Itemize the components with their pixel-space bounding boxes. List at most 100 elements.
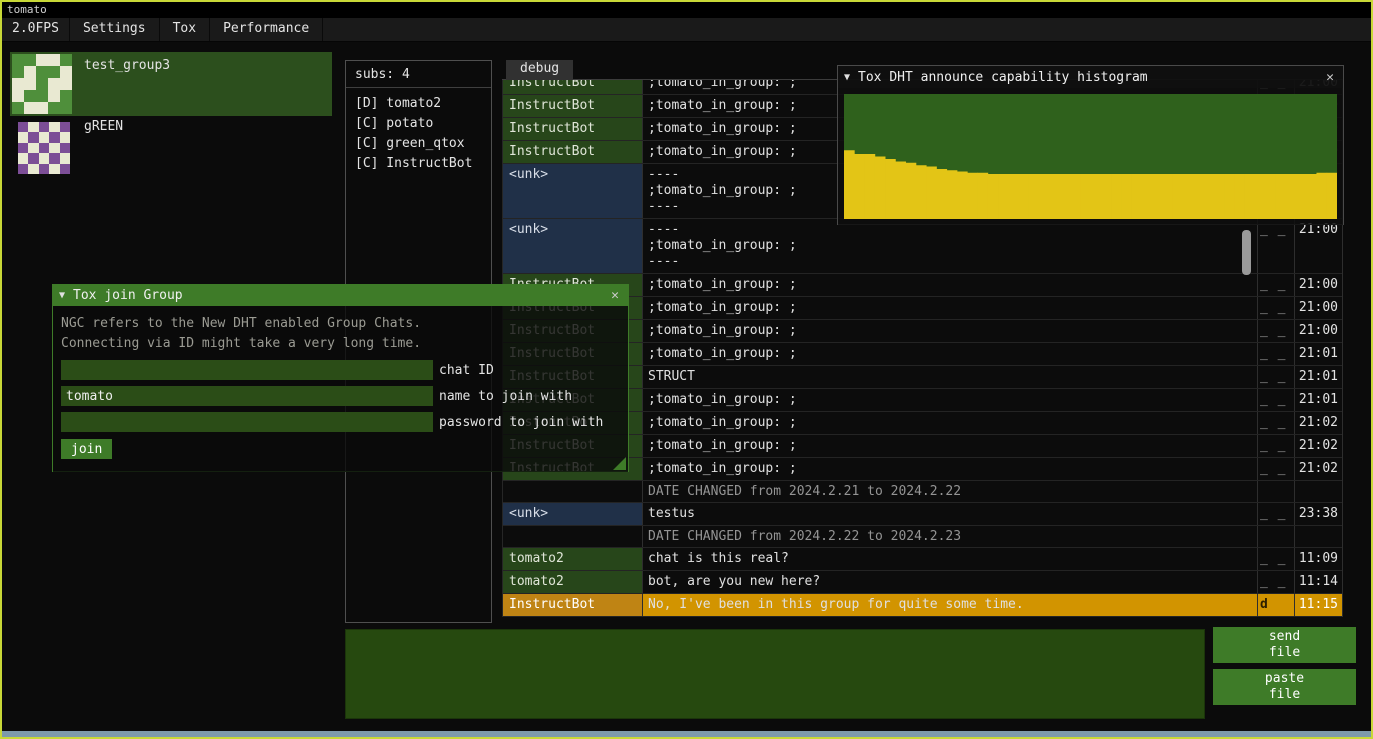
- menu-items: SettingsToxPerformance: [70, 18, 323, 41]
- join-password-row: password to join with: [61, 412, 620, 432]
- group-avatar: [18, 122, 70, 174]
- message-line: ;tomato_in_group: ;: [648, 346, 1257, 362]
- message-line: ;tomato_in_group: ;: [648, 238, 1257, 254]
- message-line: ;tomato_in_group: ;: [648, 277, 1257, 293]
- chat-timestamp: 11:14: [1295, 571, 1342, 593]
- histogram-window-titlebar[interactable]: ▼ Tox DHT announce capability histogram …: [838, 66, 1343, 88]
- menubar: 2.0FPS SettingsToxPerformance: [2, 18, 1371, 42]
- message-line: STRUCT: [648, 369, 1257, 385]
- chat-receipt: _ _: [1258, 548, 1295, 570]
- group-avatar: [12, 54, 72, 114]
- app-window: tomato 2.0FPS SettingsToxPerformance tes…: [0, 0, 1373, 739]
- window-title: tomato: [7, 3, 47, 16]
- member-list: [D] tomato2[C] potato[C] green_qtox[C] I…: [346, 88, 491, 180]
- menu-item-performance[interactable]: Performance: [210, 18, 323, 41]
- chat-receipt: _ _: [1258, 458, 1295, 480]
- chat-receipt: _ _: [1258, 343, 1295, 365]
- resize-grip[interactable]: [613, 457, 626, 470]
- join-name-row: name to join with: [61, 386, 620, 406]
- chat-timestamp: 11:15: [1295, 594, 1342, 616]
- group-item-gREEN[interactable]: gREEN: [10, 118, 332, 176]
- member-item[interactable]: [C] potato: [355, 114, 482, 134]
- menu-item-tox[interactable]: Tox: [160, 18, 210, 41]
- chat-receipt: _ _: [1258, 571, 1295, 593]
- chat-receipt: _ _: [1258, 274, 1295, 296]
- collapse-icon[interactable]: ▼: [844, 72, 850, 83]
- chat-timestamp: 21:01: [1295, 366, 1342, 388]
- chat-row[interactable]: <unk>----;tomato_in_group: ;----_ _21:00: [503, 219, 1342, 274]
- paste-file-button[interactable]: paste file: [1213, 669, 1356, 705]
- chat-sender: InstructBot: [503, 594, 643, 616]
- chat-timestamp: 21:00: [1295, 219, 1342, 273]
- chat-receipt: _ _: [1258, 503, 1295, 525]
- chat-receipt: _ _: [1258, 366, 1295, 388]
- date-changed-text: DATE CHANGED from 2024.2.22 to 2024.2.23: [643, 526, 1258, 547]
- chat-sender: InstructBot: [503, 141, 643, 163]
- chat-sender: <unk>: [503, 503, 643, 525]
- chat-sender: <unk>: [503, 219, 643, 273]
- chat-scrollbar[interactable]: [1242, 230, 1251, 275]
- chat-message: ;tomato_in_group: ;: [643, 435, 1258, 457]
- dht-histogram-window: ▼ Tox DHT announce capability histogram …: [837, 65, 1344, 225]
- message-input[interactable]: [345, 629, 1205, 719]
- chat-row[interactable]: tomato2 chat is this real?_ _11:09: [503, 548, 1342, 571]
- date-changed-text: DATE CHANGED from 2024.2.21 to 2024.2.22: [643, 481, 1258, 502]
- member-item[interactable]: [D] tomato2: [355, 94, 482, 114]
- date-separator-row[interactable]: DATE CHANGED from 2024.2.21 to 2024.2.22: [503, 481, 1342, 503]
- chat-row[interactable]: InstructBotNo, I've been in this group f…: [503, 594, 1342, 617]
- message-line: chat is this real?: [648, 551, 1257, 567]
- chat-timestamp-cell: [1295, 481, 1342, 502]
- chat-timestamp: 21:01: [1295, 389, 1342, 411]
- chat-message: ----;tomato_in_group: ;----: [643, 219, 1258, 273]
- chat-message: chat is this real?: [643, 548, 1258, 570]
- message-line: ;tomato_in_group: ;: [648, 438, 1257, 454]
- histogram-bars: [844, 94, 1337, 219]
- fps-counter: 2.0FPS: [2, 18, 70, 41]
- send-file-button[interactable]: send file: [1213, 627, 1356, 663]
- date-separator-row[interactable]: DATE CHANGED from 2024.2.22 to 2024.2.23: [503, 526, 1342, 548]
- message-line: ----: [648, 254, 1257, 270]
- join-name-label: name to join with: [439, 389, 572, 404]
- chat-message: testus: [643, 503, 1258, 525]
- chat-receipt: _ _: [1258, 219, 1295, 273]
- chat-id-row: chat ID: [61, 360, 620, 380]
- histogram-window-body: [838, 88, 1343, 225]
- chat-message: STRUCT: [643, 366, 1258, 388]
- chat-id-input[interactable]: [61, 360, 433, 380]
- member-item[interactable]: [C] InstructBot: [355, 154, 482, 174]
- message-line: ;tomato_in_group: ;: [648, 392, 1257, 408]
- message-line: ;tomato_in_group: ;: [648, 300, 1257, 316]
- group-item-test_group3[interactable]: test_group3: [10, 52, 332, 116]
- chat-sender: <unk>: [503, 164, 643, 218]
- message-line: ;tomato_in_group: ;: [648, 323, 1257, 339]
- join-password-input[interactable]: [61, 412, 433, 432]
- chat-sender: tomato2: [503, 571, 643, 593]
- message-line: bot, are you new here?: [648, 574, 1257, 590]
- chat-message: ;tomato_in_group: ;: [643, 412, 1258, 434]
- bottom-border-strip: [2, 731, 1371, 737]
- chat-timestamp: 23:38: [1295, 503, 1342, 525]
- chat-row[interactable]: <unk> testus_ _23:38: [503, 503, 1342, 526]
- os-titlebar[interactable]: tomato: [2, 2, 1371, 18]
- join-name-input[interactable]: [61, 386, 433, 406]
- chat-sender: InstructBot: [503, 118, 643, 140]
- join-button[interactable]: join: [61, 439, 112, 459]
- chat-id-label: chat ID: [439, 363, 494, 378]
- tab-debug[interactable]: debug: [506, 60, 573, 80]
- join-window-titlebar[interactable]: ▼ Tox join Group ✕: [53, 285, 628, 306]
- message-line: testus: [648, 506, 1257, 522]
- histogram-window-title: Tox DHT announce capability histogram: [858, 70, 1148, 85]
- menu-item-settings[interactable]: Settings: [70, 18, 160, 41]
- member-item[interactable]: [C] green_qtox: [355, 134, 482, 154]
- collapse-icon[interactable]: ▼: [59, 290, 65, 301]
- chat-message: ;tomato_in_group: ;: [643, 458, 1258, 480]
- close-icon[interactable]: ✕: [1323, 70, 1337, 85]
- chat-sender: tomato2: [503, 548, 643, 570]
- histogram-plot: [844, 94, 1337, 219]
- chat-timestamp: 11:09: [1295, 548, 1342, 570]
- chat-row[interactable]: tomato2 bot, are you new here?_ _11:14: [503, 571, 1342, 594]
- close-icon[interactable]: ✕: [608, 288, 622, 303]
- join-window-body: NGC refers to the New DHT enabled Group …: [53, 306, 628, 472]
- chat-timestamp: 21:00: [1295, 274, 1342, 296]
- chat-receipt-cell: [1258, 526, 1295, 547]
